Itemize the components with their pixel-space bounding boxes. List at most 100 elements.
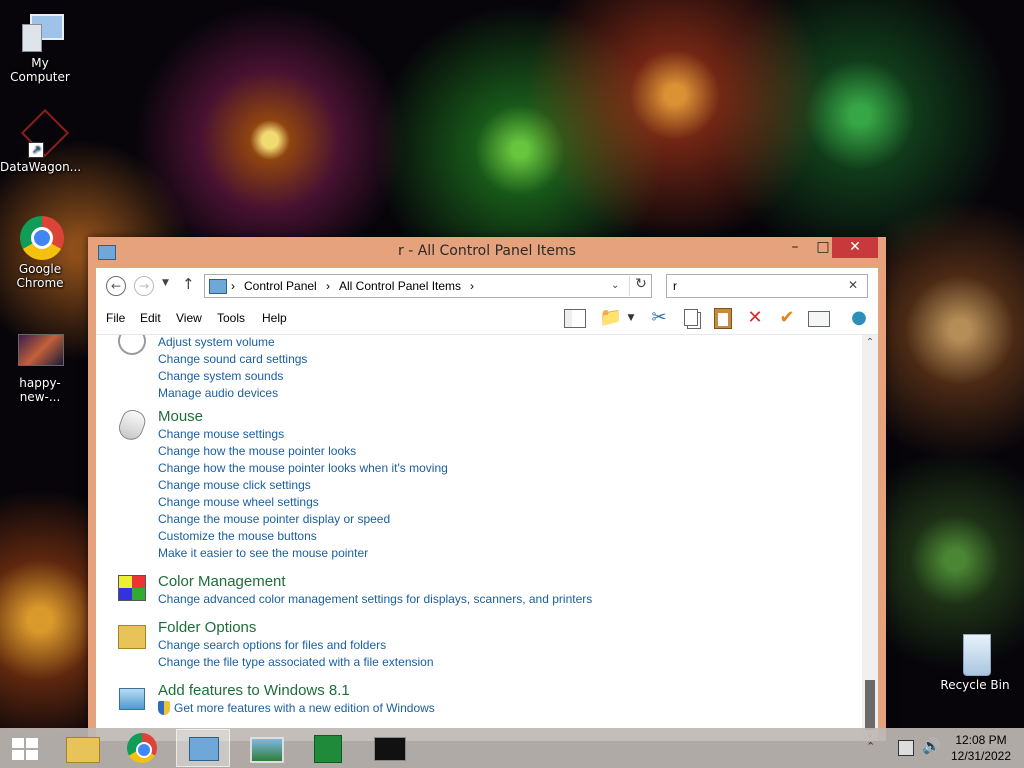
add-features-link[interactable]: Get more features with a new edition of …	[174, 701, 435, 715]
clear-search-icon[interactable]: ✕	[848, 278, 858, 292]
recent-locations-dropdown[interactable]: ▼	[162, 278, 169, 288]
breadcrumb-separator: ›	[326, 279, 330, 293]
vertical-scrollbar[interactable]: ⌃ ⌄	[862, 335, 878, 741]
color-management-icon	[116, 575, 148, 605]
windows-logo-icon	[12, 738, 38, 760]
color-management-title[interactable]: Color Management	[158, 573, 286, 590]
volume-icon[interactable]: 🔊	[922, 737, 941, 755]
menu-file[interactable]: File	[106, 311, 125, 325]
scroll-thumb[interactable]	[865, 680, 875, 730]
copy-icon[interactable]	[678, 306, 704, 330]
sound-link[interactable]: Change system sounds	[158, 369, 283, 383]
sound-link[interactable]: Manage audio devices	[158, 386, 278, 400]
control-panel-window: r - All Control Panel Items – □ ✕ ← → ▼ …	[88, 237, 886, 741]
breadcrumb-separator: ›	[231, 279, 235, 293]
image-viewer-taskbar-button[interactable]	[238, 729, 292, 767]
desktop-icon-label: Recycle Bin	[940, 678, 1010, 692]
menu-tools[interactable]: Tools	[217, 311, 245, 325]
menu-view[interactable]: View	[176, 311, 202, 325]
mouse-link[interactable]: Change mouse click settings	[158, 478, 311, 492]
mouse-link[interactable]: Customize the mouse buttons	[158, 529, 317, 543]
shell-icon[interactable]: ●	[846, 306, 872, 330]
command-prompt-taskbar-button[interactable]	[362, 729, 416, 767]
close-button[interactable]: ✕	[832, 237, 878, 258]
title-bar[interactable]: r - All Control Panel Items – □ ✕	[88, 237, 886, 266]
layout-pane-icon[interactable]	[562, 306, 588, 330]
desktop-icon-label: Google Chrome	[16, 262, 64, 290]
mouse-icon	[115, 406, 149, 444]
computer-icon	[18, 10, 64, 54]
cut-scissors-icon[interactable]: ✂	[646, 306, 672, 330]
mouse-link[interactable]: Change how the mouse pointer looks	[158, 444, 356, 458]
folder-options-link[interactable]: Change the file type associated with a f…	[158, 655, 434, 669]
start-button[interactable]	[0, 729, 54, 767]
desktop-icon-happy-new[interactable]: happy-new-...	[0, 330, 80, 404]
menu-bar: File Edit View Tools Help 📁 ▼ ✂ ✕ ✔ ●	[96, 302, 878, 335]
speaker-icon	[116, 335, 148, 355]
breadcrumb-separator: ›	[470, 279, 474, 293]
control-panel-taskbar-button[interactable]	[176, 729, 230, 767]
email-envelope-icon[interactable]	[806, 306, 832, 330]
mouse-link[interactable]: Change the mouse pointer display or spee…	[158, 512, 390, 526]
chrome-taskbar-button[interactable]	[116, 729, 170, 767]
mouse-title[interactable]: Mouse	[158, 408, 203, 425]
chrome-center	[136, 742, 152, 758]
picture-icon	[250, 737, 284, 763]
taskbar: ⌃ 🔊 12:08 PM 12/31/2022	[0, 728, 1024, 768]
desktop-icon-label: My Computer	[10, 56, 70, 84]
terminal-icon	[374, 737, 406, 761]
search-input[interactable]	[673, 277, 843, 295]
mouse-link[interactable]: Change mouse wheel settings	[158, 495, 319, 509]
color-management-link[interactable]: Change advanced color management setting…	[158, 592, 592, 606]
show-hidden-icons-icon[interactable]: ⌃	[866, 740, 875, 753]
menu-edit[interactable]: Edit	[140, 311, 161, 325]
refresh-icon[interactable]: ↻	[629, 276, 652, 296]
desktop-icon-google-chrome[interactable]: Google Chrome	[0, 216, 80, 290]
file-explorer-taskbar-button[interactable]	[56, 729, 110, 767]
dropdown-arrow-icon[interactable]: ▼	[624, 306, 638, 330]
window-client: ← → ▼ ↑ › Control Panel › All Control Pa…	[96, 268, 878, 741]
sound-link[interactable]: Adjust system volume	[158, 335, 275, 349]
checkmark-icon[interactable]: ✔	[774, 306, 800, 330]
mouse-link[interactable]: Change how the mouse pointer looks when …	[158, 461, 448, 475]
desktop-icon-label: happy-new-...	[19, 376, 61, 404]
up-button[interactable]: ↑	[182, 275, 195, 293]
back-button[interactable]: ←	[106, 276, 126, 296]
scroll-up-arrow-icon[interactable]: ⌃	[862, 337, 878, 348]
minimize-button[interactable]: –	[780, 237, 810, 258]
folder-properties-icon[interactable]: 📁	[598, 306, 624, 330]
chart-icon	[314, 735, 342, 763]
desktop-icon-recycle-bin[interactable]: Recycle Bin	[935, 632, 1015, 692]
mouse-link[interactable]: Change mouse settings	[158, 427, 284, 441]
clock[interactable]: 12:08 PM 12/31/2022	[946, 732, 1016, 764]
mouse-link[interactable]: Make it easier to see the mouse pointer	[158, 546, 368, 560]
desktop-icon-my-computer[interactable]: My Computer	[0, 10, 80, 84]
recycle-bin-icon	[953, 632, 997, 676]
folder-options-icon	[116, 621, 148, 651]
desktop-icon-label: DataWagon...	[0, 160, 82, 174]
breadcrumb-control-panel[interactable]: Control Panel	[244, 279, 317, 293]
search-box[interactable]: ✕	[666, 274, 868, 298]
delete-x-icon[interactable]: ✕	[742, 306, 768, 330]
network-icon[interactable]	[898, 740, 914, 756]
address-dropdown-icon[interactable]: ⌄	[611, 280, 619, 291]
address-bar[interactable]: › Control Panel › All Control Panel Item…	[204, 274, 652, 298]
shield-icon	[158, 701, 170, 715]
image-icon	[18, 330, 64, 374]
add-features-title[interactable]: Add features to Windows 8.1	[158, 682, 350, 699]
paste-clipboard-icon[interactable]	[710, 306, 736, 330]
desktop-icon-datawagon[interactable]: ↗ DataWagon...	[0, 108, 82, 174]
chart-app-taskbar-button[interactable]	[300, 729, 354, 767]
breadcrumb-all-items[interactable]: All Control Panel Items	[339, 279, 461, 293]
folder-options-title[interactable]: Folder Options	[158, 619, 256, 636]
clock-time: 12:08 PM	[955, 733, 1007, 747]
clock-date: 12/31/2022	[950, 749, 1012, 763]
control-panel-items-list: Adjust system volume Change sound card s…	[96, 335, 862, 741]
control-panel-icon	[209, 279, 227, 294]
forward-button[interactable]: →	[134, 276, 154, 296]
add-features-icon	[116, 684, 148, 714]
sound-link[interactable]: Change sound card settings	[158, 352, 307, 366]
menu-help[interactable]: Help	[262, 311, 287, 325]
navigation-bar: ← → ▼ ↑ › Control Panel › All Control Pa…	[96, 268, 878, 302]
folder-options-link[interactable]: Change search options for files and fold…	[158, 638, 386, 652]
